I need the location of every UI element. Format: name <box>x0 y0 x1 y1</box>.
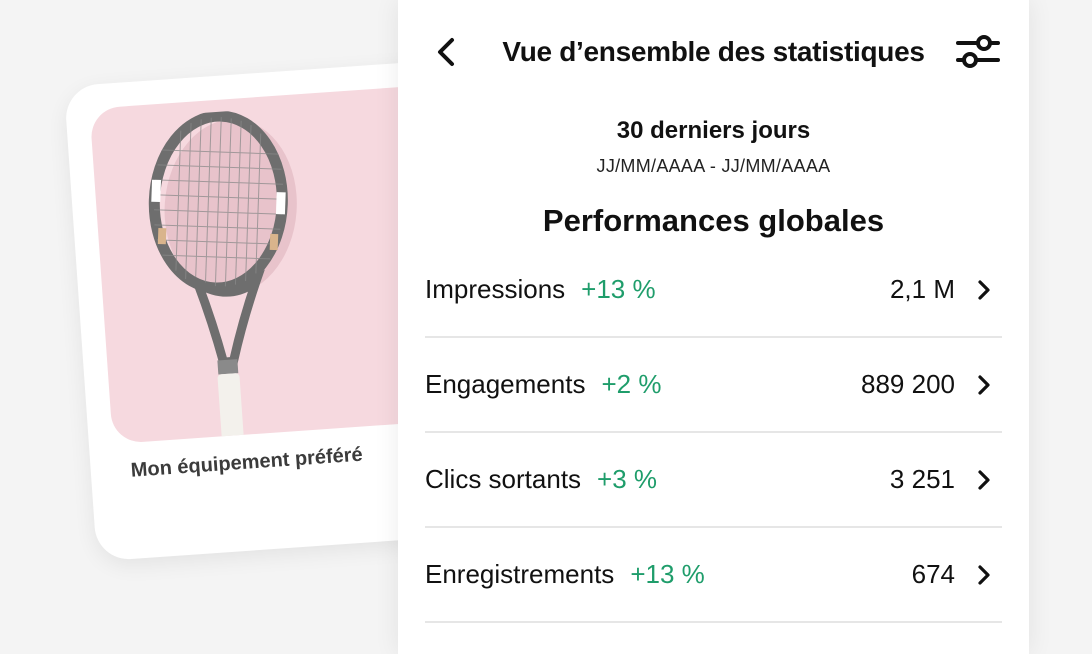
date-range-value: JJ/MM/AAAA - JJ/MM/AAAA <box>596 156 831 176</box>
metric-value: 2,1 M <box>889 274 955 304</box>
metric-name: Impressions <box>425 274 566 304</box>
metric-change: +13 % <box>630 559 705 589</box>
chevron-right-icon <box>978 375 990 395</box>
metric-change: +3 % <box>597 464 658 494</box>
metric-row-outbound-clicks[interactable]: Clics sortants +3 % 3 251 <box>425 433 1002 528</box>
date-range-label[interactable]: 30 derniers jours <box>398 117 1029 145</box>
metric-name: Clics sortants <box>425 464 582 494</box>
metric-row-saves[interactable]: Enregistrements +13 % 674 <box>425 528 1002 623</box>
metrics-list: Impressions +13 % 2,1 M Engagements +2 % 8… <box>425 243 1002 623</box>
page-title: Vue d’ensemble des statistiques <box>502 36 925 67</box>
sliders-icon <box>956 35 1000 68</box>
metric-change: +13 % <box>581 274 656 304</box>
metric-row-engagements[interactable]: Engagements +2 % 889 200 <box>425 338 1002 433</box>
metric-name: Engagements <box>425 369 586 399</box>
pin-caption: Mon équipement préféré <box>130 443 364 482</box>
chevron-right-icon <box>978 470 990 490</box>
metric-change: +2 % <box>601 369 662 399</box>
metric-name: Enregistrements <box>425 559 615 589</box>
metric-row-impressions[interactable]: Impressions +13 % 2,1 M <box>425 243 1002 338</box>
metric-value: 889 200 <box>861 369 955 399</box>
metric-value: 3 251 <box>889 464 955 494</box>
section-title: Performances globales <box>542 203 885 238</box>
chevron-right-icon <box>978 280 990 300</box>
tennis-racket-icon <box>148 110 297 443</box>
statistics-panel: Vue d’ensemble des statistiques 30 derni… <box>398 0 1029 654</box>
filter-button[interactable] <box>954 30 1002 74</box>
metric-value: 674 <box>911 559 955 589</box>
chevron-right-icon <box>978 565 990 585</box>
